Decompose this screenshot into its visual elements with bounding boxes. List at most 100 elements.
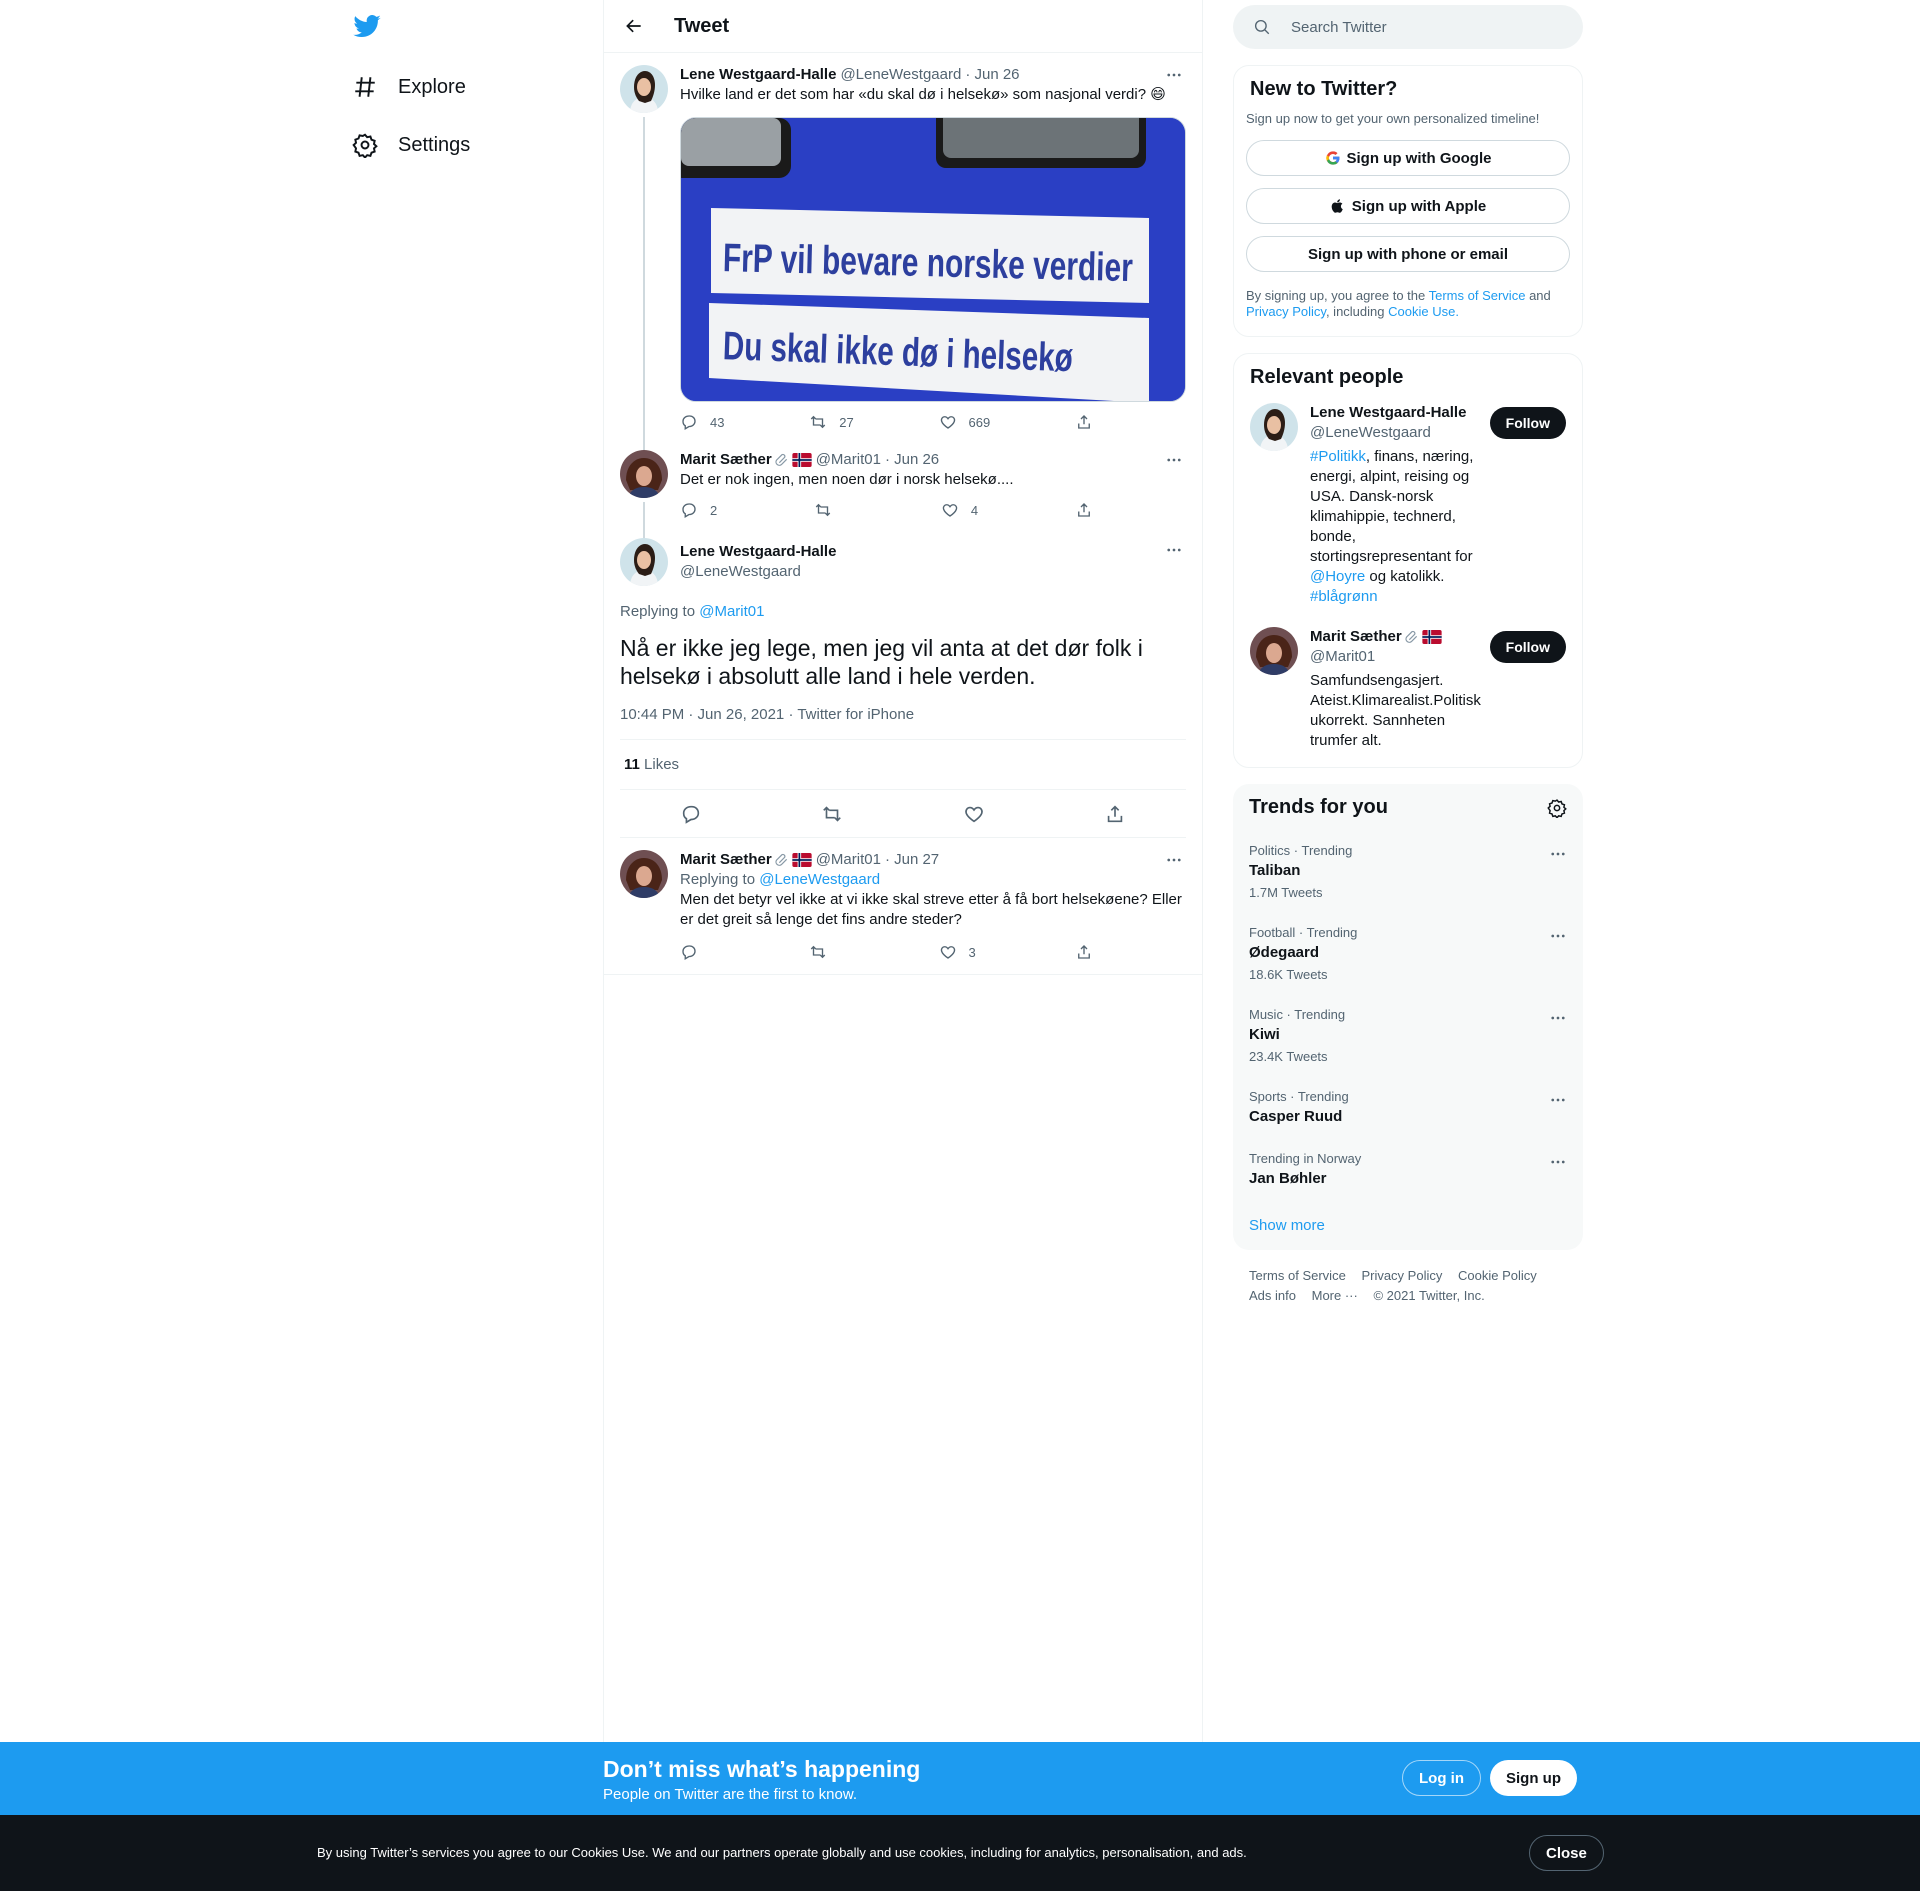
like-button[interactable]: 669 xyxy=(939,413,990,431)
author-handle[interactable]: @LeneWestgaard xyxy=(680,562,1186,582)
terms-link[interactable]: Terms of Service xyxy=(1429,288,1526,303)
avatar[interactable] xyxy=(620,65,668,113)
tweet-text: Det er nok ingen, men noen dør i norsk h… xyxy=(680,471,1014,488)
gear-icon[interactable] xyxy=(1547,798,1567,818)
footer-cookie-link[interactable]: Cookie Policy xyxy=(1458,1268,1537,1283)
tweet-text: Men det betyr vel ikke at vi ikke skal s… xyxy=(680,891,1182,928)
retweet-icon[interactable] xyxy=(821,803,843,825)
twitter-logo-icon[interactable] xyxy=(352,12,382,42)
search-input[interactable]: Search Twitter xyxy=(1233,5,1583,49)
avatar[interactable] xyxy=(1250,403,1298,451)
footer-more-link[interactable]: More ··· xyxy=(1312,1288,1358,1303)
tweet-date[interactable]: · Jun 26 xyxy=(965,65,1019,85)
avatar[interactable] xyxy=(620,538,668,586)
legal-text-3: , including xyxy=(1325,304,1385,319)
like-button[interactable]: 4 xyxy=(941,501,978,519)
trend-item[interactable]: Sports · Trending Casper Ruud xyxy=(1233,1077,1583,1139)
heart-icon[interactable] xyxy=(963,803,985,825)
retweet-button[interactable] xyxy=(809,943,839,961)
trend-item[interactable]: Music · Trending Kiwi 23.4K Tweets xyxy=(1233,995,1583,1077)
tweet-2[interactable]: Marit Sæther @Marit01 · Jun 26 Det er no… xyxy=(604,442,1202,542)
share-icon xyxy=(1075,943,1093,961)
tweet-actions: 2 4 xyxy=(680,490,1105,530)
person-marit[interactable]: Marit Sæther @Marit01 Samfundsengasjert.… xyxy=(1246,607,1570,751)
follow-button[interactable]: Follow xyxy=(1489,407,1566,439)
more-options-icon[interactable] xyxy=(1164,850,1184,870)
more-options-icon[interactable] xyxy=(1549,1009,1567,1027)
person-name[interactable]: Marit Sæther xyxy=(1310,627,1402,647)
author-handle[interactable]: @LeneWestgaard xyxy=(840,65,961,85)
share-button[interactable] xyxy=(1075,501,1105,519)
person-lene[interactable]: Lene Westgaard-Halle @LeneWestgaard #Pol… xyxy=(1246,389,1570,607)
more-options-icon[interactable] xyxy=(1549,927,1567,945)
avatar[interactable] xyxy=(620,450,668,498)
footer-privacy-link[interactable]: Privacy Policy xyxy=(1361,1268,1442,1283)
back-button[interactable] xyxy=(606,16,662,36)
likes-summary[interactable]: 11 Likes xyxy=(620,740,1186,790)
signup-apple-button[interactable]: Sign up with Apple xyxy=(1246,188,1570,224)
signup-phone-email-button[interactable]: Sign up with phone or email xyxy=(1246,236,1570,272)
gear-icon xyxy=(352,133,378,158)
mention-link[interactable]: @Hoyre xyxy=(1310,568,1365,585)
more-options-icon[interactable] xyxy=(1549,1153,1567,1171)
share-button[interactable] xyxy=(1075,943,1105,961)
reply-button[interactable]: 2 xyxy=(680,501,717,519)
more-options-icon[interactable] xyxy=(1549,1091,1567,1109)
more-options-icon[interactable] xyxy=(1164,450,1184,470)
signup-banner: Don’t miss what’s happening People on Tw… xyxy=(0,1742,1920,1815)
author-name[interactable]: Lene Westgaard-Halle xyxy=(680,65,836,85)
reply-icon[interactable] xyxy=(680,803,702,825)
author-name[interactable]: Marit Sæther xyxy=(680,450,772,470)
main-column: Tweet Lene Westgaard-Halle @LeneWestgaar… xyxy=(603,0,1203,1891)
more-options-icon[interactable] xyxy=(1549,845,1567,863)
retweet-icon xyxy=(809,413,827,431)
trend-topic: Casper Ruud xyxy=(1249,1108,1343,1125)
show-more-link[interactable]: Show more xyxy=(1233,1201,1583,1250)
avatar[interactable] xyxy=(620,850,668,898)
footer-tos-link[interactable]: Terms of Service xyxy=(1249,1268,1346,1283)
signup-google-button[interactable]: Sign up with Google xyxy=(1246,140,1570,176)
person-handle[interactable]: @LeneWestgaard xyxy=(1310,423,1490,443)
nav-settings[interactable]: Settings xyxy=(352,125,470,165)
author-name[interactable]: Marit Sæther xyxy=(680,850,772,870)
privacy-link[interactable]: Privacy Policy xyxy=(1246,304,1326,319)
more-options-icon[interactable] xyxy=(1164,65,1184,85)
cookie-link[interactable]: Cookie Use. xyxy=(1388,304,1459,319)
tweet-timestamp[interactable]: 10:44 PM · Jun 26, 2021 · Twitter for iP… xyxy=(620,706,1186,740)
trend-item[interactable]: Trending in Norway Jan Bøhler xyxy=(1233,1139,1583,1201)
footer-ads-link[interactable]: Ads info xyxy=(1249,1288,1296,1303)
legal-text-1: By signing up, you agree to the xyxy=(1246,288,1426,303)
tweet-reply[interactable]: Marit Sæther @Marit01 · Jun 27 Replying … xyxy=(604,838,1202,975)
login-button[interactable]: Log in xyxy=(1402,1760,1481,1796)
reply-icon xyxy=(680,413,698,431)
tweet-date[interactable]: · Jun 26 xyxy=(885,450,939,470)
signup-button[interactable]: Sign up xyxy=(1490,1760,1577,1796)
retweet-button[interactable] xyxy=(814,501,844,519)
reply-button[interactable] xyxy=(680,943,710,961)
follow-button[interactable]: Follow xyxy=(1489,631,1566,663)
share-button[interactable] xyxy=(1075,413,1105,431)
close-button[interactable]: Close xyxy=(1529,1835,1604,1871)
retweet-button[interactable]: 27 xyxy=(809,413,854,431)
tweet-image[interactable]: FrP vil bevare norske verdier Du skal ik… xyxy=(680,117,1186,402)
hashtag-link[interactable]: #blågrønn xyxy=(1310,588,1378,605)
more-options-icon[interactable] xyxy=(1164,540,1184,560)
trend-item[interactable]: Football · Trending Ødegaard 18.6K Tweet… xyxy=(1233,913,1583,995)
author-handle[interactable]: @Marit01 xyxy=(816,450,881,470)
person-name[interactable]: Lene Westgaard-Halle xyxy=(1310,403,1490,423)
replying-to-link[interactable]: @Marit01 xyxy=(699,603,764,620)
reply-button[interactable]: 43 xyxy=(680,413,724,431)
hashtag-link[interactable]: #Politikk xyxy=(1310,448,1366,465)
bio-text: og katolikk. xyxy=(1369,568,1445,585)
nav-explore[interactable]: Explore xyxy=(352,67,466,107)
like-button[interactable]: 3 xyxy=(939,943,976,961)
author-name[interactable]: Lene Westgaard-Halle xyxy=(680,542,1186,562)
share-icon[interactable] xyxy=(1104,803,1126,825)
tweet-date[interactable]: · Jun 27 xyxy=(885,850,939,870)
author-handle[interactable]: @Marit01 xyxy=(816,850,881,870)
trend-item[interactable]: Politics · Trending Taliban 1.7M Tweets xyxy=(1233,831,1583,913)
tweet-1[interactable]: Lene Westgaard-Halle @LeneWestgaard · Ju… xyxy=(604,53,1202,454)
person-handle[interactable]: @Marit01 xyxy=(1310,647,1490,667)
avatar[interactable] xyxy=(1250,627,1298,675)
replying-to-link[interactable]: @LeneWestgaard xyxy=(759,871,880,888)
